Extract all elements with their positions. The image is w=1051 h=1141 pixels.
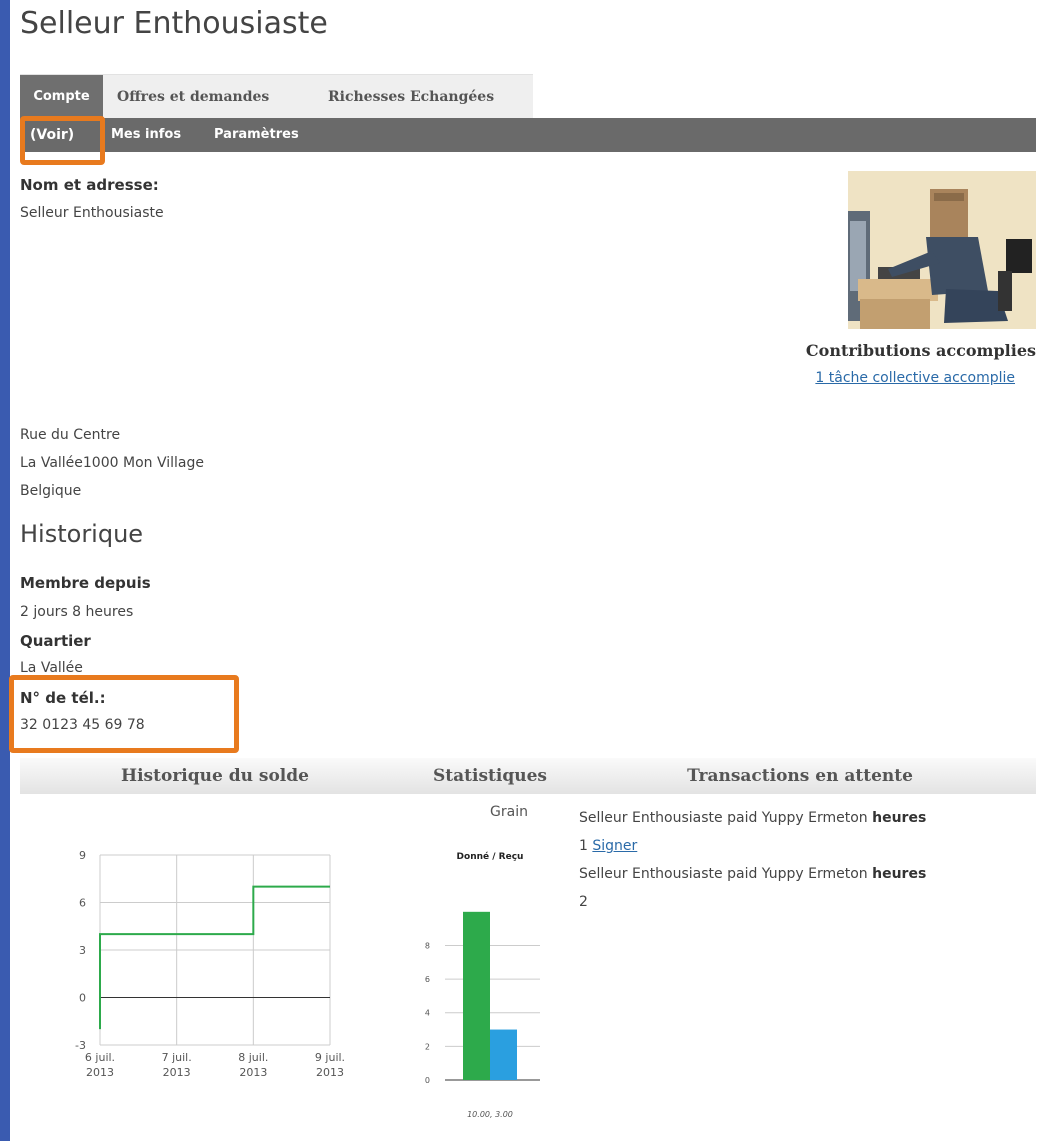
page-title: Selleur Enthousiaste [20, 6, 328, 41]
subnav-parametres[interactable]: Paramètres [214, 118, 299, 152]
transaction-text: Selleur Enthousiaste paid Yuppy Ermeton [579, 810, 868, 826]
y-tick-label: 6 [79, 897, 86, 910]
transaction-amount: 2 [579, 894, 588, 910]
pending-transaction-item: Selleur Enthousiaste paid Yuppy Ermeton … [579, 804, 1034, 832]
x-tick-label: 8 juil. [238, 1051, 268, 1064]
stats-currency: Grain [490, 804, 528, 820]
sign-link[interactable]: Signer [592, 838, 637, 854]
given-received-chart: Donné / Reçu 0 2 4 6 8 10.00, 3.00 [425, 851, 540, 1119]
x-tick-label: 2013 [316, 1066, 344, 1079]
member-since-label: Membre depuis [20, 574, 151, 592]
balance-series-line [99, 885, 330, 1030]
address-street: Rue du Centre [20, 427, 121, 443]
dashboard-header: Historique du solde Statistiques Transac… [20, 758, 1036, 794]
bar-y-tick-label: 8 [425, 941, 430, 950]
bar-y-tick-label: 0 [425, 1076, 430, 1085]
pending-transactions-list: Selleur Enthousiaste paid Yuppy Ermeton … [579, 804, 1034, 916]
tab-offres-et-demandes[interactable]: Offres et demandes [117, 75, 269, 119]
quartier-label: Quartier [20, 632, 91, 650]
address-country: Belgique [20, 483, 82, 499]
primary-tabs: Compte Offres et demandes Richesses Echa… [20, 74, 533, 119]
x-tick-label: 7 juil. [162, 1051, 192, 1064]
avatar-illustration [848, 171, 1036, 329]
x-tick-label: 2013 [239, 1066, 267, 1079]
tab-compte[interactable]: Compte [20, 75, 103, 119]
x-tick-label: 9 juil. [315, 1051, 345, 1064]
bar-y-tick-label: 2 [425, 1042, 430, 1051]
statistics-title: Statistiques [433, 766, 547, 786]
highlight-phone [9, 675, 239, 753]
bar-donn [463, 911, 490, 1080]
bar-reu [490, 1029, 517, 1080]
balance-history-title: Historique du solde [121, 766, 309, 786]
member-name: Selleur Enthousiaste [20, 205, 164, 221]
pending-transaction-amount-row: 2 [579, 888, 1034, 916]
transaction-text: Selleur Enthousiaste paid Yuppy Ermeton [579, 866, 868, 882]
quartier-value: La Vallée [20, 660, 83, 675]
x-tick-label: 2013 [86, 1066, 114, 1079]
member-since-value: 2 jours 8 heures [20, 604, 134, 620]
pending-transaction-amount-row: 1 Signer [579, 832, 1034, 860]
bar-y-tick-label: 6 [425, 975, 430, 984]
y-tick-label: 3 [79, 944, 86, 957]
address-city: La Vallée1000 Mon Village [20, 455, 204, 471]
transaction-unit: heures [872, 866, 927, 882]
transaction-unit: heures [872, 810, 927, 826]
contributions-link[interactable]: 1 tâche collective accomplie [815, 370, 1015, 386]
transaction-amount: 1 [579, 838, 588, 854]
tab-richesses-echangees[interactable]: Richesses Echangées [328, 75, 494, 119]
history-title: Historique [20, 520, 144, 548]
sub-navigation: (Voir) Mes infos Paramètres [20, 118, 1036, 152]
bar-chart-caption: 10.00, 3.00 [467, 1110, 513, 1119]
x-tick-label: 2013 [163, 1066, 191, 1079]
balance-history-chart: -303696 juil.20137 juil.20138 juil.20139… [75, 849, 345, 1079]
bar-chart-title: Donné / Reçu [457, 851, 524, 862]
pending-transactions-title: Transactions en attente [687, 766, 913, 786]
subnav-mes-infos[interactable]: Mes infos [111, 118, 181, 152]
avatar [848, 171, 1036, 329]
name-address-label: Nom et adresse: [20, 176, 159, 194]
y-tick-label: 9 [79, 849, 86, 862]
y-tick-label: 0 [79, 992, 86, 1005]
pending-transaction-item: Selleur Enthousiaste paid Yuppy Ermeton … [579, 860, 1034, 888]
highlight-voir [20, 116, 105, 165]
contributions-title: Contributions accomplies [805, 341, 1036, 360]
bar-y-tick-label: 4 [425, 1009, 430, 1018]
x-tick-label: 6 juil. [85, 1051, 115, 1064]
left-accent-bar [0, 0, 10, 1141]
